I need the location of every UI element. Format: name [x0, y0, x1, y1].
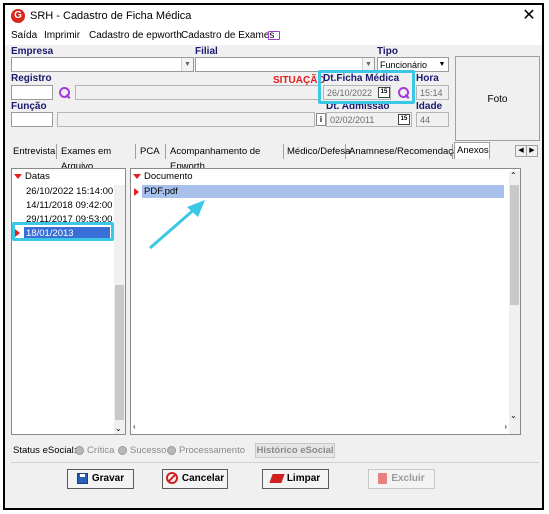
tab-bar: Entrevista Exames em Arquivo PCA Acompan…: [11, 142, 539, 172]
scroll-down-icon[interactable]: ⌄: [115, 424, 122, 433]
documents-scrollbar[interactable]: ⌃ ⌄: [509, 171, 520, 434]
app-logo-icon: G: [11, 9, 25, 23]
annotation-arrow-icon: [149, 200, 205, 250]
documents-hscrollbar[interactable]: ‹ ›: [133, 422, 509, 433]
dates-header-label: Datas: [25, 171, 50, 182]
tipo-value: Funcionário: [380, 60, 428, 70]
tab-anamnese[interactable]: Anamnese/Recomendação: [349, 144, 464, 159]
funcao-input[interactable]: [11, 112, 53, 127]
sucesso-label: Sucesso: [130, 445, 167, 456]
chevron-down-icon: ▼: [436, 58, 448, 71]
menu-imprimir[interactable]: Imprimir: [44, 30, 80, 41]
scroll-right-icon[interactable]: ›: [504, 422, 507, 431]
tab-medico-defesa[interactable]: Médico/Defesa: [287, 144, 350, 159]
clear-button[interactable]: Limpar: [262, 469, 329, 489]
trash-icon: [378, 472, 388, 484]
filial-label: Filial: [195, 46, 218, 57]
dt-ficha-highlight: [318, 70, 415, 104]
main-window: G SRH - Cadastro de Ficha Médica ✕ Saída…: [3, 3, 544, 510]
button-bar: Gravar Cancelar Limpar Excluir: [11, 462, 539, 490]
date-row[interactable]: 26/10/2022 15:14:00: [24, 185, 114, 198]
registro-input[interactable]: [11, 85, 53, 100]
radio-processamento[interactable]: [167, 446, 176, 455]
documents-header-label: Documento: [144, 171, 193, 182]
hora-input[interactable]: 15:14: [416, 85, 449, 100]
radio-sucesso[interactable]: [118, 446, 127, 455]
tab-acompanhamento-epworth[interactable]: Acompanhamento de Epworth: [170, 144, 284, 172]
idade-label: Idade: [416, 101, 443, 112]
chevron-down-icon: ▼: [181, 58, 193, 71]
monitor-icon[interactable]: [268, 31, 280, 40]
empresa-label: Empresa: [11, 46, 54, 57]
menu-saida[interactable]: Saída: [11, 30, 37, 41]
processamento-label: Processamento: [179, 445, 246, 456]
eraser-icon: [269, 473, 285, 483]
calendar-icon[interactable]: 15: [398, 114, 410, 125]
hora-label: Hora: [416, 73, 439, 84]
tab-exames-arquivo[interactable]: Exames em Arquivo: [61, 144, 136, 172]
tipo-label: Tipo: [377, 46, 398, 57]
tab-pca[interactable]: PCA: [140, 144, 166, 159]
scroll-thumb[interactable]: [510, 185, 519, 305]
critica-label: Crítica: [87, 445, 115, 456]
close-icon[interactable]: ✕: [519, 6, 539, 26]
status-bar: Status eSocial: Crítica Sucesso Processa…: [11, 443, 539, 459]
scroll-left-icon[interactable]: ‹: [133, 422, 136, 431]
dates-scrollbar[interactable]: ⌄: [114, 185, 125, 434]
save-button[interactable]: Gravar: [67, 469, 134, 489]
delete-button[interactable]: Excluir: [368, 469, 435, 489]
menu-cadastro-exames[interactable]: Cadastro de Exames: [181, 30, 274, 41]
tab-scroll-right-icon[interactable]: ▶: [526, 145, 538, 157]
scroll-down-icon[interactable]: ⌄: [510, 411, 517, 420]
scroll-up-icon[interactable]: ⌃: [510, 171, 517, 180]
cancel-button[interactable]: Cancelar: [162, 469, 228, 489]
search-icon[interactable]: [58, 86, 71, 99]
save-label: Gravar: [91, 473, 125, 484]
status-esocial-label: Status eSocial:: [13, 445, 77, 456]
registro-label: Registro: [11, 73, 52, 84]
info-icon[interactable]: i: [316, 113, 326, 126]
tab-anexos[interactable]: Anexos: [454, 142, 490, 159]
sort-desc-icon: [133, 173, 141, 179]
idade-input: 44: [416, 112, 449, 127]
menu-cadastro-epworth[interactable]: Cadastro de epworth: [89, 30, 182, 41]
funcao-name-field: [57, 112, 315, 127]
save-icon: [76, 472, 88, 484]
window-title: SRH - Cadastro de Ficha Médica: [30, 10, 192, 22]
cancel-icon: [165, 472, 178, 485]
dates-header[interactable]: Datas: [14, 171, 50, 182]
menu-bar: Saída Imprimir Cadastro de epworth Cadas…: [5, 27, 542, 45]
documents-header[interactable]: Documento: [133, 171, 193, 182]
selected-date-highlight: [12, 222, 114, 241]
current-row-icon: [134, 188, 139, 196]
cancel-label: Cancelar: [181, 473, 225, 484]
empresa-select[interactable]: ▼: [11, 57, 194, 72]
title-bar: G SRH - Cadastro de Ficha Médica ✕: [5, 5, 542, 27]
funcao-label: Função: [11, 101, 47, 112]
radio-critica[interactable]: [75, 446, 84, 455]
tab-entrevista[interactable]: Entrevista: [13, 144, 57, 159]
date-row[interactable]: 14/11/2018 09:42:00: [24, 199, 114, 212]
scroll-thumb[interactable]: [115, 285, 124, 420]
sort-desc-icon: [14, 173, 22, 179]
dates-panel: Datas 26/10/2022 15:14:00 14/11/2018 09:…: [11, 168, 126, 435]
clear-label: Limpar: [286, 473, 321, 484]
historico-esocial-button[interactable]: Histórico eSocial: [255, 443, 335, 458]
delete-label: Excluir: [391, 473, 425, 484]
photo-placeholder[interactable]: Foto: [455, 56, 540, 141]
registro-name-field: [75, 85, 319, 100]
